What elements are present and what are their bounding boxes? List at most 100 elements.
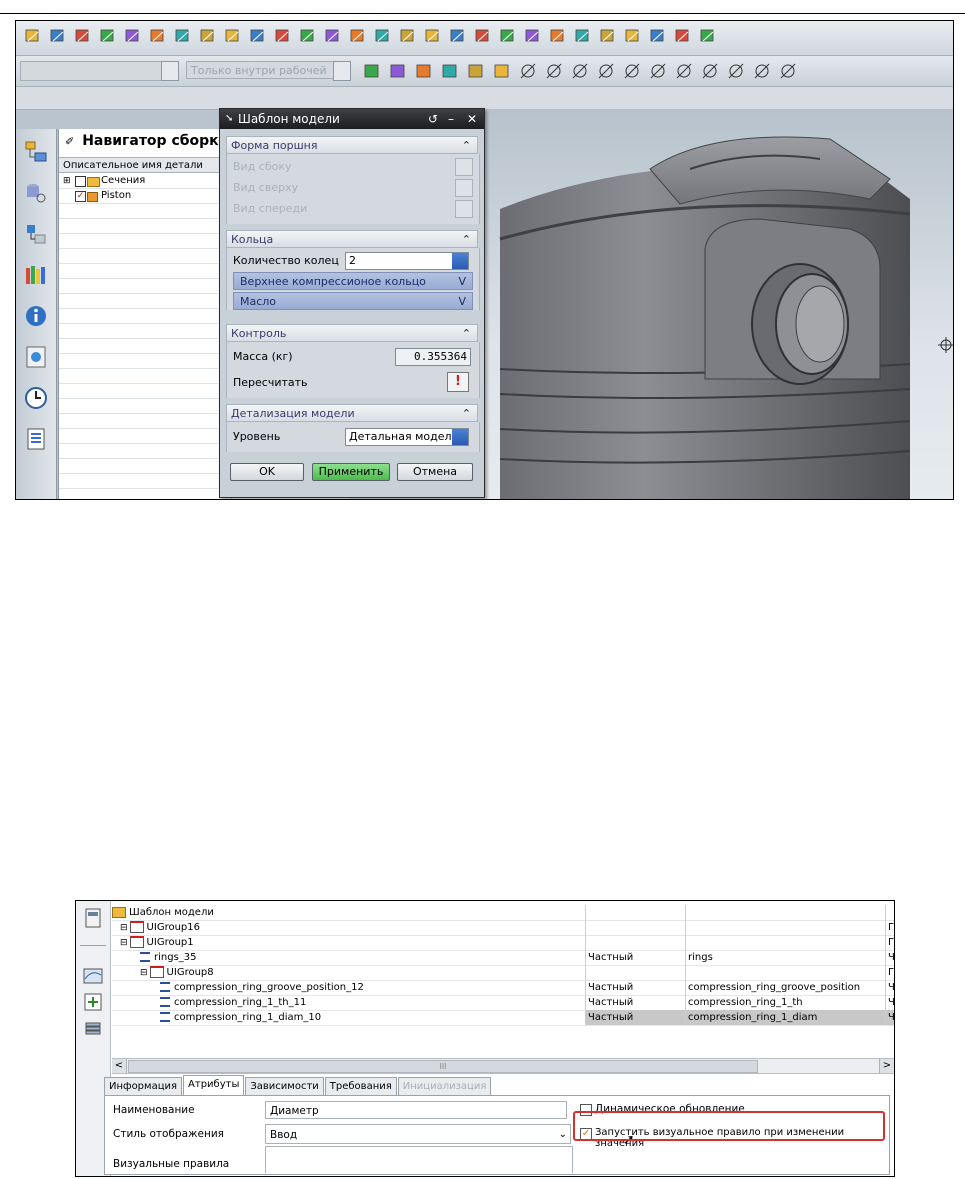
section-detail-header[interactable]: Детализация модели ⌃ bbox=[226, 404, 478, 422]
tab-attributes[interactable]: Атрибуты bbox=[183, 1075, 245, 1095]
pattern-icon[interactable] bbox=[397, 25, 419, 47]
sew-icon[interactable] bbox=[522, 25, 544, 47]
tree-row[interactable]: compression_ring_1_th_11 Частный compressi… bbox=[112, 995, 894, 1011]
circle-icon[interactable] bbox=[699, 60, 721, 82]
undo-arrow-icon[interactable] bbox=[413, 60, 435, 82]
dialog-titlebar[interactable]: ➘ Шаблон модели ↺ – ✕ bbox=[220, 109, 484, 129]
arc-icon[interactable] bbox=[621, 60, 643, 82]
chart-icon[interactable] bbox=[82, 965, 104, 987]
close-icon[interactable]: ✕ bbox=[467, 109, 477, 129]
shell-icon[interactable] bbox=[322, 25, 344, 47]
section-control-header[interactable]: Контроль ⌃ bbox=[226, 324, 478, 342]
minimize-icon[interactable]: – bbox=[448, 109, 454, 129]
cancel-button[interactable]: Отмена bbox=[397, 463, 473, 481]
shaded-icon[interactable] bbox=[439, 60, 461, 82]
visual-rules-list[interactable] bbox=[265, 1146, 573, 1173]
checkbox[interactable] bbox=[75, 176, 86, 187]
checkbox-checked[interactable]: ✓ bbox=[75, 191, 86, 202]
cross-icon[interactable] bbox=[647, 60, 669, 82]
tree-row[interactable]: ⊟ UIGroup8 Группа bbox=[112, 965, 894, 981]
assembly-icon[interactable] bbox=[547, 25, 569, 47]
section-piston-shape-header[interactable]: Форма поршня ⌃ bbox=[226, 136, 478, 154]
chevron-down-icon[interactable]: V bbox=[458, 293, 466, 311]
rotate-icon[interactable] bbox=[491, 60, 513, 82]
chamfer-icon[interactable] bbox=[297, 25, 319, 47]
chevron-down-icon[interactable]: ⌄ bbox=[559, 1125, 567, 1145]
draft-icon[interactable] bbox=[347, 25, 369, 47]
new-file-icon[interactable] bbox=[22, 25, 44, 47]
tree-row[interactable]: Шаблон модели bbox=[112, 905, 894, 921]
expand-icon[interactable]: ⊞ bbox=[63, 174, 71, 188]
front-view-button[interactable] bbox=[455, 200, 473, 218]
collapse-icon[interactable]: ⌃ bbox=[462, 405, 471, 423]
reuse-library-icon[interactable] bbox=[18, 257, 54, 293]
analysis-icon[interactable] bbox=[647, 25, 669, 47]
grid-icon[interactable] bbox=[672, 25, 694, 47]
thicken-icon[interactable] bbox=[497, 25, 519, 47]
expand-icon[interactable]: ⊟ bbox=[120, 923, 128, 933]
ring-item-top-compression[interactable]: Верхнее компрессионое кольцо V bbox=[233, 272, 473, 290]
expand-icon[interactable]: ⊟ bbox=[120, 938, 128, 948]
edge-icon[interactable] bbox=[751, 60, 773, 82]
point-icon[interactable] bbox=[543, 60, 565, 82]
roles-icon[interactable] bbox=[18, 421, 54, 457]
add-block-icon[interactable] bbox=[82, 991, 104, 1013]
plus-icon[interactable] bbox=[725, 60, 747, 82]
scroll-left-icon[interactable]: < bbox=[112, 1059, 127, 1073]
top-view-button[interactable] bbox=[455, 179, 473, 197]
name-input[interactable]: Диаметр bbox=[265, 1101, 567, 1119]
ring-item-oil[interactable]: Масло V bbox=[233, 292, 473, 310]
web-icon[interactable] bbox=[18, 339, 54, 375]
select-filter-icon[interactable] bbox=[387, 60, 409, 82]
info-icon[interactable] bbox=[18, 298, 54, 334]
mirror-icon[interactable] bbox=[422, 25, 444, 47]
collapse-icon[interactable]: ⌃ bbox=[462, 231, 471, 249]
blend-icon[interactable] bbox=[272, 25, 294, 47]
scroll-thumb[interactable]: III bbox=[128, 1060, 758, 1073]
recalc-button[interactable]: ! bbox=[447, 372, 469, 392]
dropdown-arrow-icon[interactable] bbox=[452, 429, 468, 445]
side-view-button[interactable] bbox=[455, 158, 473, 176]
tab-initialization[interactable]: Инициализация bbox=[397, 1077, 492, 1095]
dropdown-arrow-icon[interactable] bbox=[452, 253, 468, 269]
collapse-icon[interactable]: ⌃ bbox=[462, 137, 471, 155]
reset-icon[interactable]: ↺ bbox=[428, 109, 438, 129]
scroll-right-icon[interactable]: > bbox=[879, 1059, 894, 1073]
snap-icon[interactable] bbox=[361, 60, 383, 82]
view-icon[interactable] bbox=[597, 25, 619, 47]
tab-info[interactable]: Информация bbox=[104, 1077, 183, 1095]
section-rings-header[interactable]: Кольца ⌃ bbox=[226, 230, 478, 248]
tab-dependencies[interactable]: Зависимости bbox=[245, 1077, 324, 1095]
offset-icon[interactable] bbox=[472, 25, 494, 47]
tree-row[interactable]: compression_ring_1_diam_10 Частный compres… bbox=[112, 1010, 894, 1026]
hole-icon[interactable] bbox=[372, 25, 394, 47]
level-dropdown[interactable]: Детальная модель bbox=[345, 428, 469, 446]
pin-icon[interactable]: ✐ bbox=[65, 135, 74, 148]
tree-row[interactable]: ⊟ UIGroup16 Группа bbox=[112, 920, 894, 936]
ok-button[interactable]: OK bbox=[230, 463, 304, 481]
cylinder-icon[interactable] bbox=[72, 25, 94, 47]
tab-requirements[interactable]: Требования bbox=[324, 1077, 397, 1095]
document-icon[interactable] bbox=[82, 907, 104, 929]
constraints-icon[interactable] bbox=[18, 216, 54, 252]
apply-button[interactable]: Применить bbox=[312, 463, 390, 481]
type-filter-dropdown[interactable] bbox=[20, 61, 179, 81]
tree-row[interactable]: rings_35 ЧастныйringsЧисловое выраж bbox=[112, 950, 894, 966]
extrude-icon[interactable] bbox=[147, 25, 169, 47]
ring-count-dropdown[interactable]: 2 bbox=[345, 252, 469, 270]
chevron-down-icon[interactable]: V bbox=[458, 273, 466, 291]
line2-icon[interactable] bbox=[595, 60, 617, 82]
expand-icon[interactable]: ⊟ bbox=[140, 968, 148, 978]
solid-icon[interactable] bbox=[777, 60, 799, 82]
datum-icon[interactable] bbox=[222, 25, 244, 47]
block-icon[interactable] bbox=[47, 25, 69, 47]
history-icon[interactable] bbox=[18, 380, 54, 416]
boolean-icon[interactable] bbox=[247, 25, 269, 47]
sphere-icon[interactable] bbox=[122, 25, 144, 47]
circle-center-icon[interactable] bbox=[673, 60, 695, 82]
selection-box-icon[interactable] bbox=[517, 60, 539, 82]
move-icon[interactable] bbox=[465, 60, 487, 82]
cone-icon[interactable] bbox=[97, 25, 119, 47]
part-icon[interactable] bbox=[697, 25, 719, 47]
tree-row[interactable]: compression_ring_groove_position_12 Частн… bbox=[112, 980, 894, 996]
